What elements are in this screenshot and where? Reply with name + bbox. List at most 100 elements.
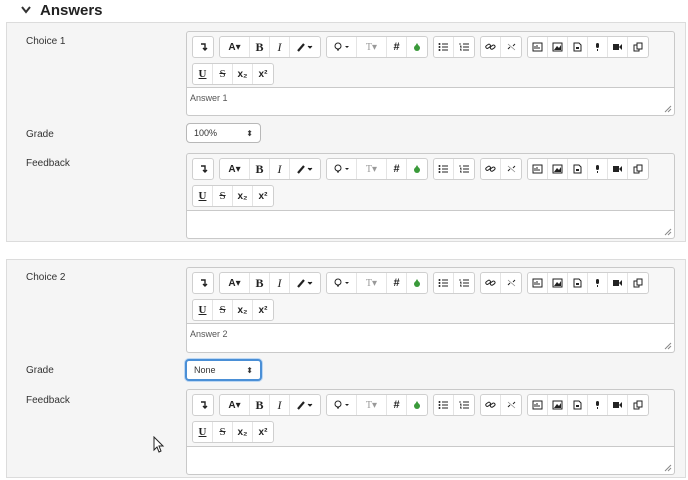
choice-1-answer-editor[interactable]: A▾ B I T▾ # U S x₂ x² Answer 1 (186, 31, 675, 116)
answer-textarea[interactable]: Answer 1 (187, 87, 674, 115)
bullet-list-icon[interactable] (434, 273, 454, 293)
italic-icon[interactable]: I (270, 395, 290, 415)
video-icon[interactable] (608, 159, 628, 179)
image-icon[interactable] (548, 159, 568, 179)
grade-select[interactable]: None ⬍ (185, 359, 262, 381)
section-header[interactable]: Answers (20, 0, 103, 20)
bulb-icon[interactable] (327, 395, 357, 415)
media-manager-icon[interactable] (528, 273, 548, 293)
mic-icon[interactable] (588, 159, 608, 179)
bulb-icon[interactable] (327, 273, 357, 293)
answer-textarea[interactable]: Answer 2 (187, 323, 674, 352)
highlight-icon[interactable] (290, 273, 320, 293)
superscript-icon[interactable]: x² (253, 64, 273, 84)
unlink-icon[interactable] (501, 159, 521, 179)
image-icon[interactable] (548, 273, 568, 293)
numbered-list-icon[interactable] (454, 159, 474, 179)
subscript-icon[interactable]: x₂ (233, 186, 253, 206)
resize-handle-icon[interactable] (664, 464, 672, 472)
hash-icon[interactable]: # (387, 273, 407, 293)
highlight-icon[interactable] (290, 395, 320, 415)
media-manager-icon[interactable] (528, 395, 548, 415)
video-icon[interactable] (608, 395, 628, 415)
choice-2-answer-editor[interactable]: A▾ B I T▾ # U S x₂ x² Answer 2 (186, 267, 675, 353)
collapse-icon[interactable] (193, 273, 213, 293)
chevron-down-icon[interactable] (20, 3, 32, 17)
underline-icon[interactable]: U (193, 422, 213, 442)
file-icon[interactable] (568, 395, 588, 415)
bulb-icon[interactable] (327, 159, 357, 179)
resize-handle-icon[interactable] (664, 342, 672, 350)
choice-2-feedback-editor[interactable]: A▾ B I T▾ # U S x₂ x² (186, 389, 675, 475)
collapse-icon[interactable] (193, 395, 213, 415)
image-icon[interactable] (548, 395, 568, 415)
strikethrough-icon[interactable]: S (213, 300, 233, 320)
link-icon[interactable] (481, 395, 501, 415)
mic-icon[interactable] (588, 273, 608, 293)
strikethrough-icon[interactable]: S (213, 422, 233, 442)
copy-icon[interactable] (628, 37, 648, 57)
underline-icon[interactable]: U (193, 186, 213, 206)
styles-icon[interactable]: T▾ (357, 37, 387, 57)
font-color-icon[interactable]: A▾ (220, 395, 250, 415)
feedback-textarea[interactable] (187, 446, 674, 474)
hash-icon[interactable]: # (387, 395, 407, 415)
subscript-icon[interactable]: x₂ (233, 64, 253, 84)
link-icon[interactable] (481, 159, 501, 179)
strikethrough-icon[interactable]: S (213, 186, 233, 206)
bulb-icon[interactable] (327, 37, 357, 57)
strikethrough-icon[interactable]: S (213, 64, 233, 84)
unlink-icon[interactable] (501, 395, 521, 415)
bold-icon[interactable]: B (250, 273, 270, 293)
recycle-icon[interactable] (407, 37, 427, 57)
copy-icon[interactable] (628, 159, 648, 179)
unlink-icon[interactable] (501, 37, 521, 57)
collapse-icon[interactable] (193, 159, 213, 179)
font-color-icon[interactable]: A▾ (220, 37, 250, 57)
styles-icon[interactable]: T▾ (357, 273, 387, 293)
italic-icon[interactable]: I (270, 273, 290, 293)
choice-1-feedback-editor[interactable]: A▾ B I T▾ # U S x₂ x² (186, 153, 675, 239)
styles-icon[interactable]: T▾ (357, 159, 387, 179)
bullet-list-icon[interactable] (434, 395, 454, 415)
grade-select[interactable]: 100% ⬍ (186, 123, 261, 143)
hash-icon[interactable]: # (387, 159, 407, 179)
link-icon[interactable] (481, 273, 501, 293)
mic-icon[interactable] (588, 37, 608, 57)
subscript-icon[interactable]: x₂ (233, 422, 253, 442)
bold-icon[interactable]: B (250, 37, 270, 57)
copy-icon[interactable] (628, 395, 648, 415)
underline-icon[interactable]: U (193, 64, 213, 84)
highlight-icon[interactable] (290, 159, 320, 179)
bullet-list-icon[interactable] (434, 37, 454, 57)
file-icon[interactable] (568, 273, 588, 293)
collapse-icon[interactable] (193, 37, 213, 57)
numbered-list-icon[interactable] (454, 37, 474, 57)
bold-icon[interactable]: B (250, 395, 270, 415)
superscript-icon[interactable]: x² (253, 422, 273, 442)
bold-icon[interactable]: B (250, 159, 270, 179)
underline-icon[interactable]: U (193, 300, 213, 320)
link-icon[interactable] (481, 37, 501, 57)
hash-icon[interactable]: # (387, 37, 407, 57)
subscript-icon[interactable]: x₂ (233, 300, 253, 320)
resize-handle-icon[interactable] (664, 105, 672, 113)
numbered-list-icon[interactable] (454, 395, 474, 415)
resize-handle-icon[interactable] (664, 228, 672, 236)
image-icon[interactable] (548, 37, 568, 57)
italic-icon[interactable]: I (270, 37, 290, 57)
media-manager-icon[interactable] (528, 159, 548, 179)
styles-icon[interactable]: T▾ (357, 395, 387, 415)
mic-icon[interactable] (588, 395, 608, 415)
copy-icon[interactable] (628, 273, 648, 293)
feedback-textarea[interactable] (187, 210, 674, 238)
file-icon[interactable] (568, 159, 588, 179)
unlink-icon[interactable] (501, 273, 521, 293)
video-icon[interactable] (608, 37, 628, 57)
recycle-icon[interactable] (407, 159, 427, 179)
recycle-icon[interactable] (407, 395, 427, 415)
bullet-list-icon[interactable] (434, 159, 454, 179)
highlight-icon[interactable] (290, 37, 320, 57)
recycle-icon[interactable] (407, 273, 427, 293)
italic-icon[interactable]: I (270, 159, 290, 179)
